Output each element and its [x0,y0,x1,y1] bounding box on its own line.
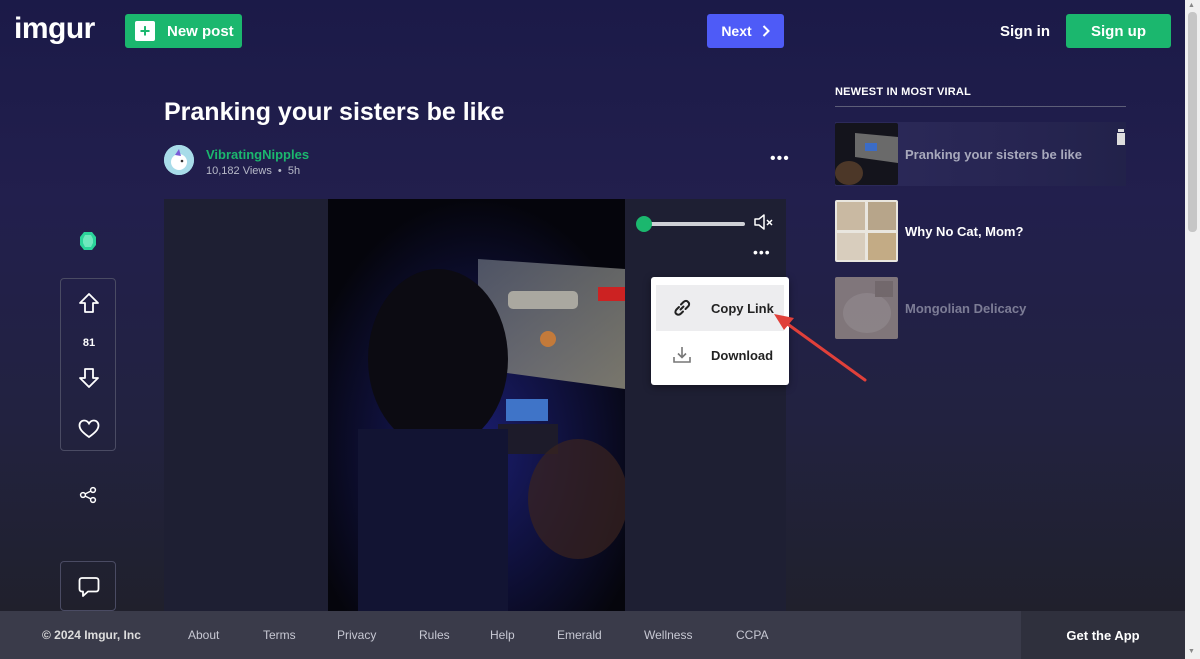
view-count: 10,182 Views [206,165,272,177]
post-title: Pranking your sisters be like [164,98,505,126]
avatar[interactable] [164,145,194,175]
sidebar-item-title: Why No Cat, Mom? [905,223,1024,239]
thumbnail [835,123,898,185]
next-button[interactable]: Next [707,14,784,48]
mute-speaker-icon[interactable] [753,213,775,231]
media-more-options-icon[interactable]: ••• [753,244,771,260]
footer: © 2024 Imgur, Inc About Terms Privacy Ru… [0,611,1200,659]
link-icon [671,297,693,319]
vote-panel: 81 [60,278,116,451]
avatar-image [164,145,194,175]
scroll-up-arrow-icon[interactable]: ▲ [1188,2,1195,9]
media-options-menu: Copy Link Download [651,277,789,385]
meta-separator: • [277,165,282,177]
downvote-arrow-icon[interactable] [77,366,101,390]
footer-link-ccpa[interactable]: CCPA [736,628,768,642]
scroll-down-arrow-icon[interactable]: ▼ [1188,648,1195,655]
post-meta: 10,182 Views • 5h [206,165,300,177]
sign-up-button[interactable]: Sign up [1066,14,1171,48]
thumbnail [835,200,898,262]
video-player[interactable] [328,199,625,611]
volume-slider[interactable] [636,216,746,232]
download-label: Download [711,347,774,363]
sidebar-item-mongolian-delicacy[interactable]: Mongolian Delicacy [835,276,1126,340]
sidebar-divider [835,106,1126,107]
sidebar-item-pranking[interactable]: Pranking your sisters be like [835,122,1126,186]
footer-link-terms[interactable]: Terms [263,628,296,642]
emerald-gem-icon [80,232,96,250]
sidebar-item-why-no-cat[interactable]: Why No Cat, Mom? [835,199,1126,263]
footer-copyright: © 2024 Imgur, Inc [42,628,141,642]
get-the-app-button[interactable]: Get the App [1021,611,1185,659]
footer-link-help[interactable]: Help [490,628,515,642]
sign-in-link[interactable]: Sign in [1000,23,1050,40]
footer-link-emerald[interactable]: Emerald [557,628,602,642]
scrollbar-thumb[interactable] [1188,12,1197,232]
vote-score: 81 [82,337,96,349]
new-post-button[interactable]: + New post [125,14,242,48]
video-frame [328,199,625,611]
next-label: Next [721,23,752,39]
favorite-heart-icon[interactable] [77,417,101,441]
sidebar-heading: NEWEST IN MOST VIRAL [835,86,971,98]
comment-button[interactable] [60,561,116,611]
footer-link-privacy[interactable]: Privacy [337,628,376,642]
pin-indicator-icon [1117,129,1125,145]
plus-icon: + [135,21,155,41]
comment-bubble-icon [77,575,101,599]
post-age: 5h [287,165,301,177]
post-more-options-icon[interactable]: ••• [770,150,790,168]
copy-link-menu-item[interactable]: Copy Link [656,285,784,331]
new-post-label: New post [167,22,234,40]
download-icon [671,344,693,366]
sidebar-item-title: Mongolian Delicacy [905,300,1027,316]
copy-link-label: Copy Link [711,300,774,316]
download-menu-item[interactable]: Download [656,332,784,378]
chevron-right-icon [762,25,770,37]
imgur-logo[interactable]: imgur [14,12,95,46]
footer-link-rules[interactable]: Rules [419,628,450,642]
upvote-arrow-icon[interactable] [77,291,101,315]
footer-link-wellness[interactable]: Wellness [644,628,692,642]
footer-link-about[interactable]: About [188,628,219,642]
author-username[interactable]: VibratingNipples [206,147,309,162]
thumbnail [835,277,898,339]
share-icon[interactable] [76,484,100,506]
sidebar-item-title: Pranking your sisters be like [905,146,1083,162]
